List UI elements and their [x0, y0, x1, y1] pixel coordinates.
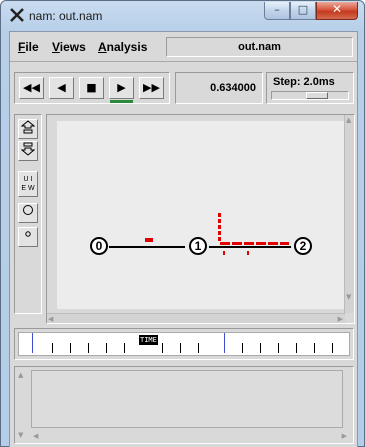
step-slider-thumb[interactable] [306, 92, 328, 99]
timeline-tick [180, 343, 181, 353]
dropped-packet [223, 251, 225, 255]
canvas-vertical-scrollbar[interactable]: ▲ ▼ [344, 115, 354, 313]
small-circle-button[interactable] [18, 227, 38, 247]
timeline-tick [242, 343, 243, 353]
timeline-tick [162, 343, 163, 353]
view-button[interactable]: U I E W [18, 171, 38, 197]
minimize-icon: – [274, 3, 280, 16]
node-0[interactable]: 0 [90, 237, 108, 255]
packet [256, 242, 266, 245]
scroll-up-icon[interactable]: ▲ [346, 116, 351, 124]
network-canvas[interactable]: 0 1 2 [57, 121, 345, 309]
link-0-1 [109, 246, 185, 248]
node-2[interactable]: 2 [294, 237, 312, 255]
packet [232, 242, 242, 245]
large-circle-icon [23, 205, 33, 215]
step-back-button[interactable]: ◀ [49, 77, 74, 99]
timeline-tick [198, 343, 199, 353]
packet [220, 242, 230, 245]
filename-display: out.nam [166, 37, 353, 57]
maximize-icon: □ [297, 3, 309, 16]
playback-toolbar: ◀◀ ◀ ■ ▶ ▶▶ 0.634000 Step: 2.0ms [10, 66, 357, 110]
packet [280, 242, 289, 245]
view-label-line1: U I [23, 176, 33, 183]
large-circle-button[interactable] [18, 203, 38, 223]
maximize-button[interactable]: □ [290, 2, 316, 20]
packet [145, 238, 153, 242]
timeline-frame: TIME [14, 328, 354, 360]
timeline-tick [260, 343, 261, 353]
menu-file[interactable]: File [18, 40, 39, 54]
scroll-right-icon[interactable]: ▶ [338, 315, 343, 323]
node-1[interactable]: 1 [189, 237, 207, 255]
queued-packet [218, 225, 221, 229]
step-slider[interactable] [271, 91, 349, 100]
panel-scroll-down-icon[interactable]: ▼ [18, 431, 23, 439]
timeline-tick [106, 343, 107, 353]
scroll-down-icon[interactable]: ▼ [346, 293, 351, 301]
rewind-button[interactable]: ◀◀ [19, 77, 44, 99]
timeline-tick [332, 343, 333, 353]
step-control: Step: 2.0ms [266, 72, 354, 104]
timeline-tick [70, 343, 71, 353]
network-canvas-frame: 0 1 2 ▲ ▼ ◀ ▶ [46, 114, 355, 324]
nam-window: nam: out.nam – □ ✕ File Views Analysis o… [0, 0, 365, 447]
client-area: File Views Analysis out.nam ◀◀ ◀ ■ ▶ ▶▶ … [9, 31, 358, 447]
playback-controls: ◀◀ ◀ ■ ▶ ▶▶ [14, 72, 170, 104]
timeline-time-marker[interactable]: TIME [139, 335, 158, 345]
step-label: Step: 2.0ms [273, 76, 335, 88]
timeline-tick [296, 343, 297, 353]
window-title: nam: out.nam [29, 9, 103, 23]
timeline-tick [52, 343, 53, 353]
queued-packet [218, 231, 221, 235]
timeline-boundary-marker [32, 333, 33, 353]
canvas-horizontal-scrollbar[interactable]: ◀ ▶ [47, 313, 345, 323]
panel-scroll-left-icon[interactable]: ◀ [33, 432, 38, 440]
view-tool-column: U I E W [14, 114, 42, 314]
timeline-boundary-marker [224, 333, 225, 353]
menu-views[interactable]: Views [52, 40, 86, 54]
timeline-tick [314, 343, 315, 353]
packet [244, 242, 254, 245]
play-button[interactable]: ▶ [109, 77, 134, 103]
timeline-tick [88, 343, 89, 353]
panel-scroll-right-icon[interactable]: ▶ [342, 432, 347, 440]
title-bar[interactable]: nam: out.nam – □ ✕ [1, 1, 364, 31]
play-icon: ▶ [117, 81, 126, 94]
close-icon: ✕ [331, 2, 343, 16]
annotation-panel-frame: ▲ ▼ ◀ ▶ [14, 366, 354, 444]
timeline-tick [278, 343, 279, 353]
current-time-display: 0.634000 [175, 72, 263, 104]
stop-button[interactable]: ■ [79, 77, 104, 99]
zoom-in-icon [20, 120, 36, 134]
zoom-out-icon [20, 142, 36, 156]
minimize-button[interactable]: – [264, 2, 290, 20]
view-label-line2: E W [21, 185, 35, 192]
nam-app-icon [10, 8, 24, 22]
small-circle-icon [25, 231, 31, 237]
zoom-out-button[interactable] [18, 141, 38, 161]
annotation-panel[interactable] [31, 370, 343, 428]
timeline-slider[interactable]: TIME [18, 332, 350, 356]
menu-bar: File Views Analysis out.nam [10, 32, 357, 62]
scroll-left-icon[interactable]: ◀ [48, 315, 53, 323]
close-button[interactable]: ✕ [316, 2, 358, 20]
link-1-2 [209, 246, 291, 248]
panel-scroll-up-icon[interactable]: ▲ [18, 371, 23, 379]
dropped-packet [247, 251, 249, 255]
queued-packet [218, 237, 221, 241]
timeline-tick [124, 343, 125, 353]
menu-analysis[interactable]: Analysis [98, 40, 147, 54]
queued-packet [218, 213, 221, 217]
play-active-indicator [110, 100, 133, 103]
zoom-in-button[interactable] [18, 119, 38, 139]
queued-packet [218, 219, 221, 223]
fast-forward-button[interactable]: ▶▶ [139, 77, 164, 99]
packet [268, 242, 278, 245]
